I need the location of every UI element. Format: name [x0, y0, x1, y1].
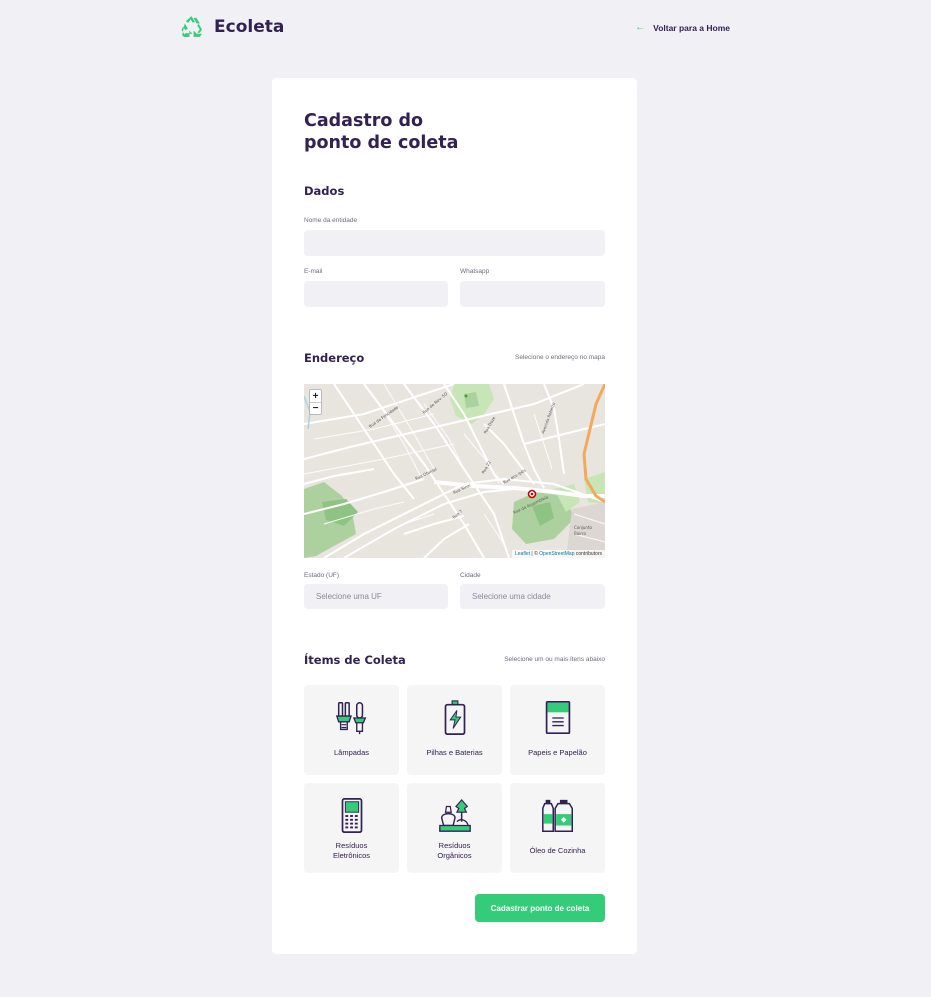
city-select[interactable]: Selecione uma cidade [460, 584, 605, 609]
recycle-icon [181, 16, 202, 37]
oil-icon [542, 799, 574, 832]
item-label-line1: Resíduos [335, 841, 368, 850]
map-attribution: Leaflet | © OpenStreetMap contributors [512, 550, 605, 558]
section-dados-legend: Dados [304, 184, 345, 198]
item-label: Lâmpadas [333, 748, 370, 757]
uf-select[interactable]: Selecione uma UF [304, 584, 448, 609]
item-label-line1: Resíduos [438, 841, 471, 850]
page-title-line2: ponto de coleta [304, 133, 459, 153]
city-label: Cidade [460, 572, 481, 579]
arrow-left-icon: ← [635, 22, 646, 33]
item-label-line2: Eletrônicos [332, 851, 371, 860]
logo[interactable]: Ecoleta [179, 14, 284, 39]
header: Ecoleta ← Voltar para a Home [179, 14, 730, 42]
leaflet-link[interactable]: Leaflet [515, 551, 530, 557]
item-residuos-eletronicos[interactable]: Resíduos Eletrônicos [304, 783, 399, 873]
paper-icon [545, 700, 571, 735]
zoom-out-button[interactable]: − [310, 402, 321, 414]
name-input[interactable] [304, 230, 605, 256]
item-label: Pilhas e Baterias [426, 748, 483, 757]
electronics-icon [341, 798, 363, 834]
email-label: E-mail [304, 268, 323, 275]
back-home-label: Voltar para a Home [653, 22, 730, 33]
item-papeis-papelao[interactable]: Papeis e Papelão [510, 685, 605, 775]
map[interactable]: Rua da Felicidade Rua Otoniel Rua Sinai … [304, 384, 605, 558]
item-label-line2: Orgânicos [437, 851, 472, 860]
create-point-form: Cadastro do ponto de coleta Dados Nome d… [272, 78, 637, 954]
item-pilhas-baterias[interactable]: Pilhas e Baterias [407, 685, 502, 775]
map-zoom-control: + − [309, 389, 322, 415]
battery-icon [444, 700, 466, 736]
organic-icon [439, 798, 471, 832]
app-name: Ecoleta [214, 16, 285, 37]
endereco-hint: Selecione o endereço no mapa [515, 354, 605, 361]
map-tiles: Rua da Felicidade Rua Otoniel Rua Sinai … [304, 384, 605, 558]
uf-label: Estado (UF) [304, 572, 340, 579]
whatsapp-label: Whatsapp [460, 268, 490, 275]
osm-link[interactable]: OpenStreetMap [539, 551, 574, 557]
email-input[interactable] [304, 281, 448, 307]
item-label: Resíduos Orgânicos [407, 841, 502, 861]
submit-button[interactable]: Cadastrar ponto de coleta [475, 894, 605, 922]
svg-text:Conjunto: Conjunto [574, 525, 593, 530]
item-label: Papeis e Papelão [528, 748, 587, 757]
svg-text:Bairro: Bairro [574, 531, 586, 536]
item-lampadas[interactable]: Lâmpadas [304, 685, 399, 775]
item-oleo-cozinha[interactable]: Óleo de Cozinha [510, 783, 605, 873]
zoom-in-button[interactable]: + [310, 390, 321, 402]
itens-hint: Selecione um ou mais ítens abaixo [504, 656, 605, 663]
whatsapp-input[interactable] [460, 281, 605, 307]
section-endereco-legend: Endereço [304, 351, 365, 365]
item-label: Resíduos Eletrônicos [304, 841, 399, 861]
item-residuos-organicos[interactable]: Resíduos Orgânicos [407, 783, 502, 873]
name-label: Nome da entidade [304, 217, 358, 224]
page-title-line1: Cadastro do [304, 111, 424, 131]
back-home-link[interactable]: ← Voltar para a Home [635, 22, 730, 33]
lamp-icon [335, 702, 367, 735]
attribution-separator: | © [530, 551, 540, 557]
item-label: Óleo de Cozinha [529, 846, 586, 855]
section-itens-legend: Ítems de Coleta [304, 653, 406, 667]
attribution-contributors: contributors [574, 551, 602, 557]
page-title: Cadastro do ponto de coleta [304, 110, 504, 154]
